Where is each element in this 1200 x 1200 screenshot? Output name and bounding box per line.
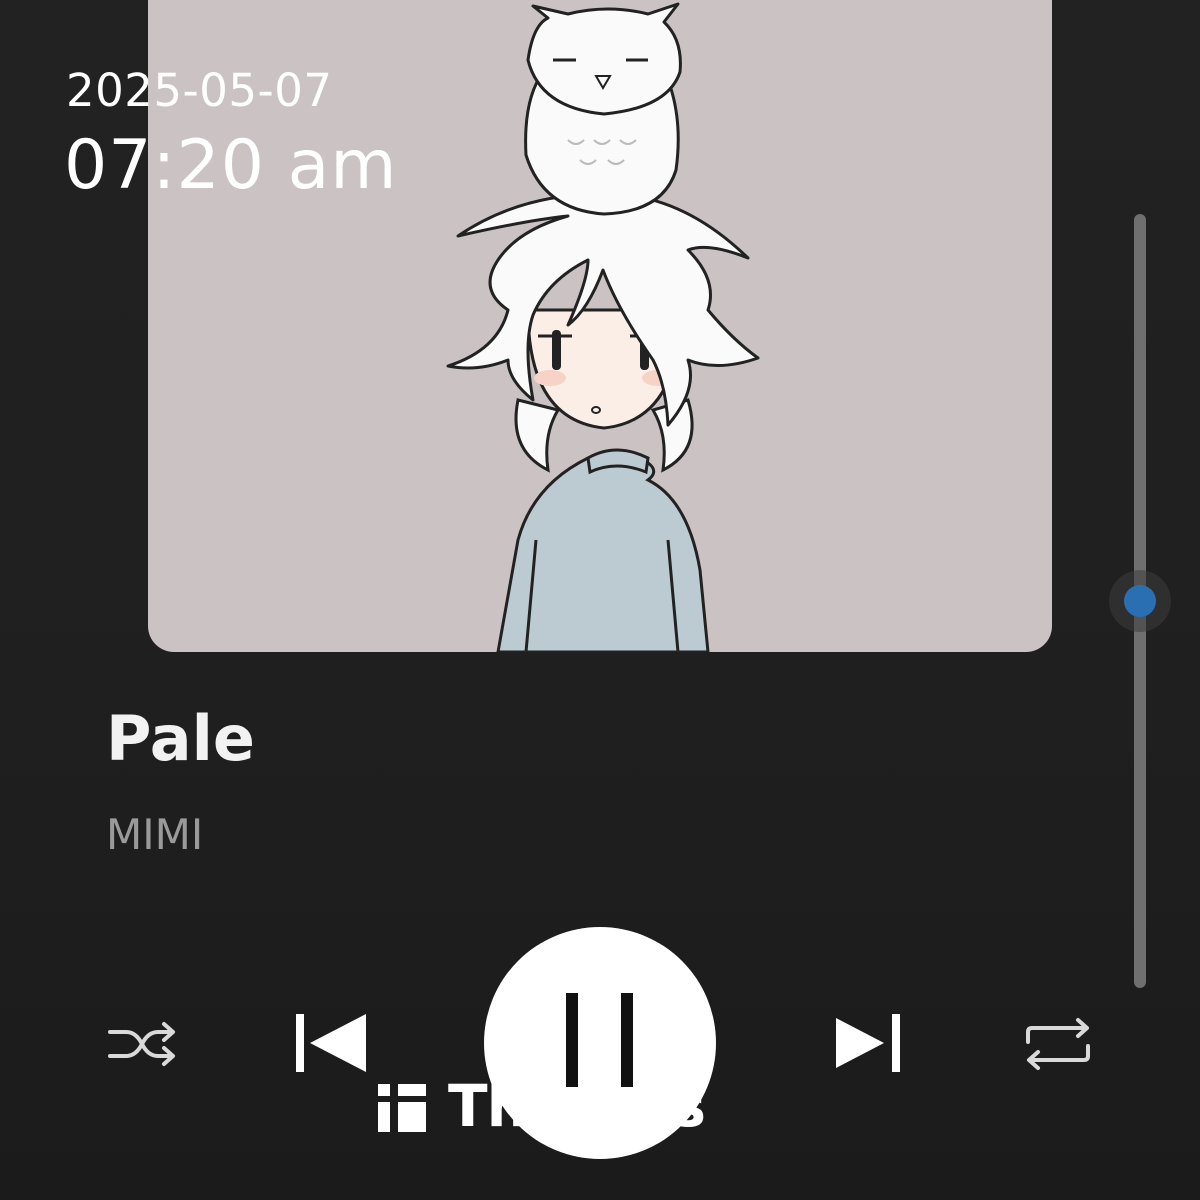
track-artist[interactable]: MIMI <box>106 810 203 859</box>
shuffle-icon <box>108 1022 175 1066</box>
previous-button[interactable] <box>290 1008 376 1078</box>
skip-next-icon <box>836 1014 900 1072</box>
repeat-button[interactable] <box>1018 1010 1098 1080</box>
play-pause-button[interactable] <box>484 927 716 1159</box>
threads-logo-icon <box>378 1084 426 1132</box>
pause-icon <box>566 993 633 1087</box>
status-date: 2025-05-07 <box>66 64 333 117</box>
volume-slider-thumb[interactable] <box>1124 585 1156 617</box>
next-button[interactable] <box>828 1008 914 1078</box>
status-time: 07:20 am <box>64 126 398 205</box>
repeat-icon <box>1026 1018 1090 1070</box>
player-screen: 2025-05-07 07:20 am Pale MIMI Threads <box>0 0 1200 1200</box>
shuffle-button[interactable] <box>102 1010 182 1080</box>
track-title: Pale <box>106 702 255 775</box>
skip-previous-icon <box>296 1014 366 1072</box>
